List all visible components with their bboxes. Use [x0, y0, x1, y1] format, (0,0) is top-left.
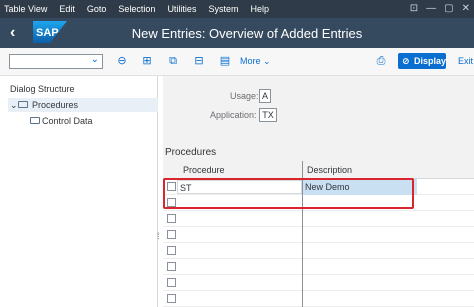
folder-icon — [30, 117, 40, 124]
row-selector[interactable] — [167, 214, 176, 223]
menu-table-view[interactable]: Table View — [4, 4, 47, 14]
column-header-procedure[interactable]: Procedure — [163, 161, 302, 179]
toolbar: ⌄ ⊖ ⊞ ⧉ ⊟ ▤ More ⌄ ⎙ ⊘ Display Exit — [0, 48, 474, 76]
table-row — [163, 243, 474, 259]
more-button[interactable]: More ⌄ — [240, 54, 271, 68]
procedure-cell[interactable] — [177, 212, 302, 226]
procedure-cell[interactable] — [177, 260, 302, 274]
tree-item-control-data[interactable]: Control Data — [30, 114, 93, 128]
description-cell[interactable] — [302, 259, 417, 275]
row-selector[interactable] — [167, 198, 176, 207]
menu-goto[interactable]: Goto — [87, 4, 107, 14]
description-cell[interactable]: New Demo — [302, 179, 417, 195]
row-selector[interactable] — [167, 246, 176, 255]
minimize-icon[interactable]: — — [426, 2, 436, 16]
display-button[interactable]: ⊘ Display — [398, 53, 446, 69]
table-row — [163, 227, 474, 243]
table-row — [163, 291, 474, 307]
splitter-handle[interactable]: ⁞ — [157, 231, 160, 241]
procedure-cell[interactable] — [177, 228, 302, 242]
tree-item-procedures[interactable]: ⌄ Procedures — [8, 98, 158, 112]
procedure-cell[interactable] — [177, 276, 302, 290]
usage-value: A — [259, 89, 271, 103]
display-icon: ⊘ — [402, 56, 410, 66]
menu-edit[interactable]: Edit — [59, 4, 75, 14]
application-label: Application: — [210, 110, 257, 120]
row-selector[interactable] — [167, 230, 176, 239]
application-value: TX — [259, 108, 277, 122]
table-row — [163, 195, 474, 211]
dialog-structure-header: Dialog Structure — [10, 84, 75, 94]
procedure-cell[interactable]: ST — [177, 180, 302, 194]
menu-system[interactable]: System — [208, 4, 238, 14]
procedures-table: Procedure Description ST New Demo — [163, 161, 474, 307]
window-controls: ⊡ — ▢ ✕ — [410, 2, 470, 16]
description-cell[interactable] — [302, 275, 417, 291]
row-selector[interactable] — [167, 278, 176, 287]
menu-selection[interactable]: Selection — [118, 4, 155, 14]
gui-options-icon[interactable]: ⊡ — [410, 2, 418, 16]
maximize-icon[interactable]: ▢ — [444, 2, 453, 16]
row-selector[interactable] — [167, 182, 176, 191]
menu-list: Table View Edit Goto Selection Utilities… — [0, 4, 281, 14]
chevron-down-icon[interactable]: ⌄ — [91, 54, 99, 65]
exit-button[interactable]: Exit — [458, 54, 473, 68]
procedure-cell[interactable] — [177, 292, 302, 306]
description-cell[interactable] — [302, 211, 417, 227]
command-field[interactable]: ⌄ — [9, 54, 103, 69]
check-icon[interactable]: ⊖ — [115, 54, 129, 68]
print-icon[interactable]: ⎙ — [374, 54, 388, 68]
copy-icon[interactable]: ⧉ — [166, 54, 180, 68]
menu-utilities[interactable]: Utilities — [167, 4, 196, 14]
description-cell[interactable] — [302, 227, 417, 243]
table-row: ST New Demo — [163, 179, 474, 195]
table-row — [163, 275, 474, 291]
page-title: New Entries: Overview of Added Entries — [131, 26, 363, 41]
delete-icon[interactable]: ⊟ — [192, 54, 206, 68]
procedure-cell[interactable] — [177, 196, 302, 210]
procedures-section-title: Procedures — [165, 147, 217, 158]
description-cell[interactable] — [302, 195, 417, 211]
expand-icon[interactable]: ⌄ — [10, 98, 18, 112]
table-row — [163, 259, 474, 275]
title-bar: ‹ SAP New Entries: Overview of Added Ent… — [0, 18, 474, 48]
open-folder-icon — [18, 101, 28, 108]
column-header-description[interactable]: Description — [302, 161, 474, 179]
table-row — [163, 211, 474, 227]
row-selector[interactable] — [167, 294, 176, 303]
undo-icon[interactable]: ▤ — [218, 54, 232, 68]
row-selector[interactable] — [167, 262, 176, 271]
procedure-cell[interactable] — [177, 244, 302, 258]
description-cell[interactable] — [302, 291, 417, 307]
hierarchy-icon[interactable]: ⊞ — [140, 54, 154, 68]
close-icon[interactable]: ✕ — [462, 2, 470, 16]
usage-label: Usage: — [230, 91, 259, 101]
menu-bar: Table View Edit Goto Selection Utilities… — [0, 0, 474, 18]
menu-help[interactable]: Help — [250, 4, 269, 14]
dialog-structure-panel: Dialog Structure ⌄ Procedures Control Da… — [0, 76, 158, 307]
description-cell[interactable] — [302, 243, 417, 259]
